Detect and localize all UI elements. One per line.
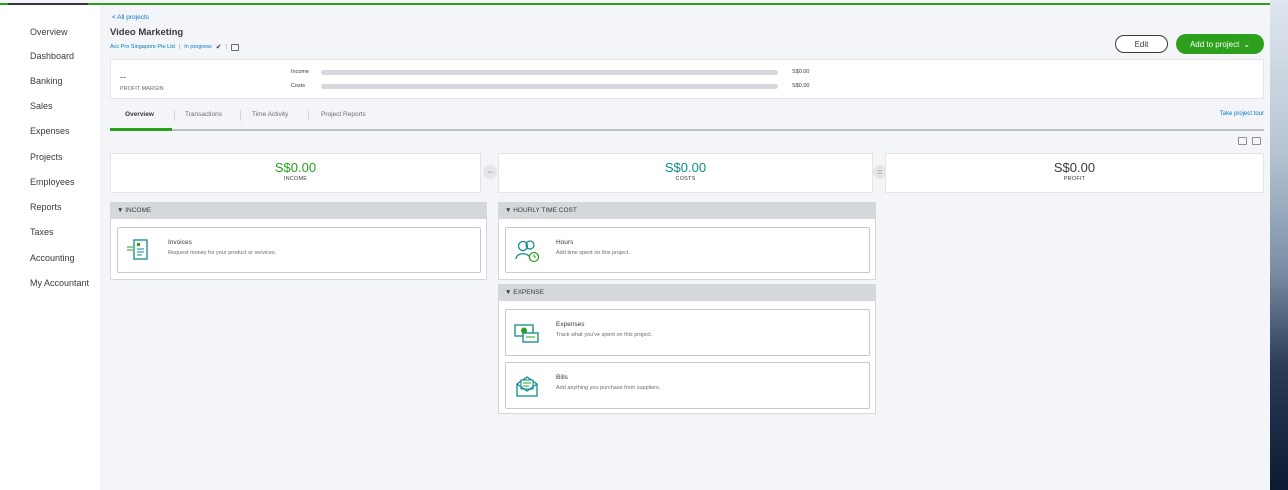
hours-card[interactable]: Hours Add time spent on this project. xyxy=(505,227,870,273)
nav-sales[interactable]: Sales xyxy=(30,101,53,111)
bills-envelope-icon xyxy=(516,376,538,397)
take-project-tour-link[interactable]: Take project tour xyxy=(1220,111,1264,117)
top-accent-line xyxy=(0,3,1270,5)
edit-button[interactable]: Edit xyxy=(1115,35,1168,53)
nav-my-accountant[interactable]: My Accountant xyxy=(30,278,89,288)
income-summary-card: S$0.00 INCOME xyxy=(110,153,481,193)
profit-margin-label: PROFIT MARGIN xyxy=(120,86,164,92)
costs-bar-row: Costs S$0.00 xyxy=(291,83,809,89)
customer-link[interactable]: Acc Pro Singapore Pte Ltd xyxy=(110,44,175,50)
chevron-down-icon: ⌄ xyxy=(1243,39,1251,49)
profit-margin-value: -- xyxy=(120,72,126,82)
profit-total-label: PROFIT xyxy=(1063,176,1086,182)
bills-title: Bills xyxy=(556,374,568,381)
nav-reports[interactable]: Reports xyxy=(30,202,62,212)
all-projects-link[interactable]: < All projects xyxy=(112,14,149,21)
project-title: Video Marketing xyxy=(110,27,184,38)
expenses-money-icon xyxy=(514,324,539,343)
costs-bar-amount: S$0.00 xyxy=(792,83,810,89)
expenses-title: Expenses xyxy=(556,321,585,328)
project-subtitle: Acc Pro Singapore Pte Ltd | In progress … xyxy=(110,43,240,51)
nav-dashboard[interactable]: Dashboard xyxy=(30,51,74,61)
income-bar-amount: S$0.00 xyxy=(792,69,810,75)
costs-bar-label: Costs xyxy=(291,83,306,89)
top-accent-dark xyxy=(8,3,88,5)
nav-banking[interactable]: Banking xyxy=(30,76,63,86)
subtitle-separator: | xyxy=(178,44,181,50)
invoices-card[interactable]: Invoices Request money for your product … xyxy=(117,227,481,273)
tab-project-reports[interactable]: Project Reports xyxy=(321,111,366,118)
print-icon[interactable] xyxy=(1238,137,1247,145)
tab-divider xyxy=(174,110,175,121)
tab-overview[interactable]: Overview xyxy=(125,111,154,118)
costs-total-label: COSTS xyxy=(675,176,696,182)
hourly-time-cost-section: ▼ HOURLY TIME COST Hours Add time spent … xyxy=(498,202,876,280)
project-tabs: Overview Transactions Time Activity Proj… xyxy=(110,103,1264,131)
costs-summary-card: S$0.00 COSTS xyxy=(498,153,873,193)
hourly-section-header[interactable]: ▼ HOURLY TIME COST xyxy=(499,203,875,219)
invoice-icon xyxy=(127,239,148,260)
nav-overview[interactable]: Overview xyxy=(30,27,68,37)
tab-divider xyxy=(240,110,241,121)
active-tab-indicator xyxy=(110,128,172,131)
hours-description: Add time spent on this project. xyxy=(556,250,630,256)
expense-section: ▼ EXPENSE Expenses Track what you've spe… xyxy=(498,284,876,414)
nav-taxes[interactable]: Taxes xyxy=(30,227,54,237)
income-section: ▼ INCOME Invoices Request money for your… xyxy=(110,202,487,280)
main-content: < All projects Video Marketing Acc Pro S… xyxy=(100,6,1270,490)
expense-section-header[interactable]: ▼ EXPENSE xyxy=(499,285,875,301)
nav-projects[interactable]: Projects xyxy=(30,152,63,162)
tab-divider xyxy=(308,110,309,121)
expenses-card[interactable]: Expenses Track what you've spent on this… xyxy=(505,309,870,356)
profit-summary-card: S$0.00 PROFIT xyxy=(885,153,1264,193)
profit-margin-panel: -- PROFIT MARGIN Income S$0.00 Costs S$0… xyxy=(110,59,1264,99)
status-chevron-down-icon[interactable]: ✔ xyxy=(216,43,222,51)
expenses-description: Track what you've spent on this project. xyxy=(556,332,653,338)
add-to-project-label: Add to project xyxy=(1189,39,1240,49)
tab-transactions[interactable]: Transactions xyxy=(185,111,222,118)
bills-description: Add anything you purchase from suppliers… xyxy=(556,385,661,391)
costs-total: S$0.00 xyxy=(664,160,707,175)
background-window-edge xyxy=(1270,0,1288,490)
subtitle-separator-2: | xyxy=(225,44,228,50)
profit-total: S$0.00 xyxy=(1053,160,1096,175)
tab-time-activity[interactable]: Time Activity xyxy=(252,111,288,118)
project-status[interactable]: In progress xyxy=(184,44,212,50)
hours-title: Hours xyxy=(556,239,574,246)
notes-icon[interactable] xyxy=(231,43,240,51)
income-bar-row: Income S$0.00 xyxy=(291,69,809,75)
invoices-description: Request money for your product or servic… xyxy=(168,250,277,256)
minus-icon: − xyxy=(483,165,497,179)
income-section-header[interactable]: ▼ INCOME xyxy=(111,203,486,219)
income-total: S$0.00 xyxy=(274,160,317,175)
nav-employees[interactable]: Employees xyxy=(30,177,75,187)
toolbar-icons xyxy=(1238,137,1261,145)
income-total-label: INCOME xyxy=(283,176,308,182)
bills-card[interactable]: Bills Add anything you purchase from sup… xyxy=(505,362,870,409)
left-navigation: Overview Dashboard Banking Sales Expense… xyxy=(0,6,100,490)
income-bar-label: Income xyxy=(291,69,310,75)
nav-expenses[interactable]: Expenses xyxy=(30,126,70,136)
add-to-project-button[interactable]: Add to project ⌄ xyxy=(1176,34,1264,54)
nav-accounting[interactable]: Accounting xyxy=(30,253,75,263)
invoices-title: Invoices xyxy=(168,239,192,246)
costs-bar xyxy=(321,83,778,89)
hours-people-icon xyxy=(515,240,540,263)
income-bar xyxy=(321,69,778,75)
export-icon[interactable] xyxy=(1252,137,1261,145)
